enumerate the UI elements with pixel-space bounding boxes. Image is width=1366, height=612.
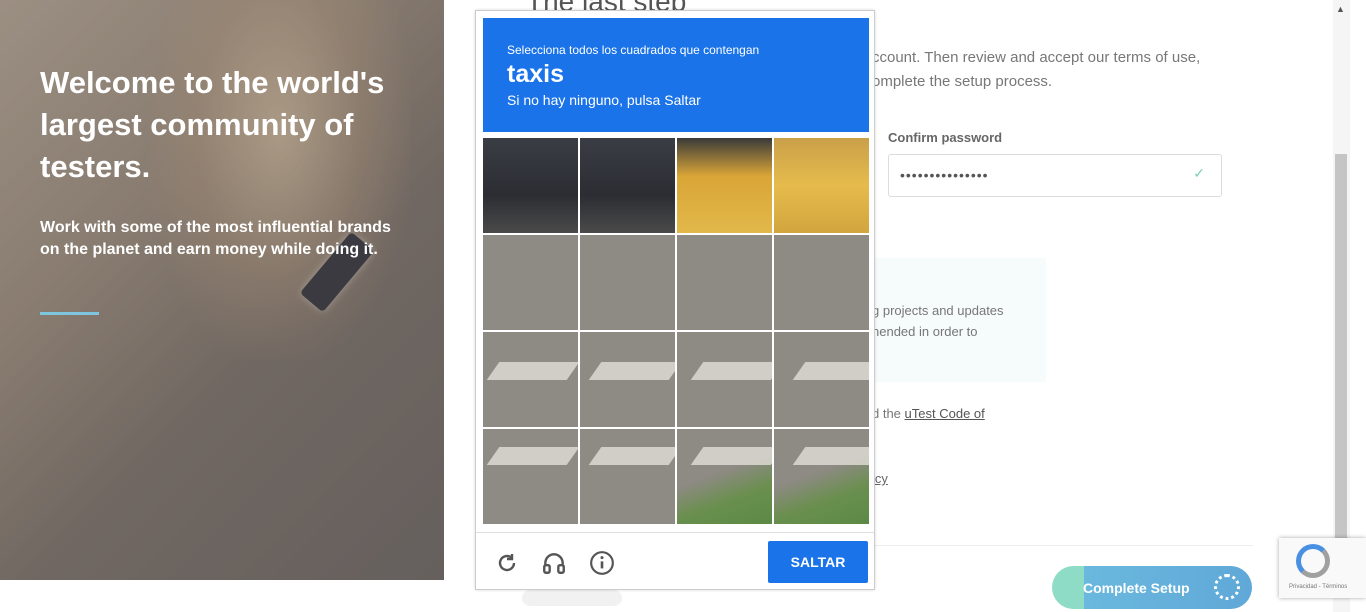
captcha-footer-divider — [476, 532, 874, 533]
captcha-image-grid — [483, 138, 869, 524]
captcha-tile[interactable] — [483, 235, 578, 330]
confirm-password-label: Confirm password — [888, 130, 1003, 145]
captcha-tile[interactable] — [483, 429, 578, 524]
captcha-tile[interactable] — [580, 429, 675, 524]
crosswalk-stripe — [792, 362, 869, 380]
recaptcha-logo-icon — [1296, 544, 1330, 578]
captcha-tile[interactable] — [483, 138, 578, 233]
captcha-target-word: taxis — [507, 60, 564, 88]
hero-subtitle: Work with some of the most influential b… — [40, 219, 391, 258]
loading-spinner-icon — [1214, 574, 1240, 600]
captcha-hint: Si no hay ninguno, pulsa Saltar — [507, 92, 701, 108]
captcha-tile[interactable] — [774, 332, 869, 427]
captcha-tile[interactable] — [677, 138, 772, 233]
headphones-icon[interactable] — [540, 549, 568, 577]
crosswalk-stripe — [690, 362, 772, 380]
complete-setup-button[interactable]: Complete Setup — [1052, 566, 1252, 609]
captcha-tile[interactable] — [774, 429, 869, 524]
captcha-tile[interactable] — [677, 235, 772, 330]
captcha-tile[interactable] — [677, 429, 772, 524]
captcha-tile[interactable] — [483, 332, 578, 427]
page-scrollbar[interactable]: ▲ — [1333, 0, 1350, 612]
back-button[interactable] — [522, 590, 622, 606]
code-of-conduct-text: d the uTest Code of — [872, 406, 985, 421]
scroll-thumb[interactable] — [1335, 154, 1347, 539]
captcha-tile[interactable] — [580, 235, 675, 330]
captcha-instruction: Selecciona todos los cuadrados que conte… — [507, 43, 760, 57]
info-icon[interactable] — [588, 549, 616, 577]
scroll-up-arrow-icon[interactable]: ▲ — [1336, 4, 1345, 14]
reload-icon[interactable] — [493, 549, 521, 577]
captcha-tile[interactable] — [580, 138, 675, 233]
recaptcha-badge[interactable]: Privacidad - Términos — [1279, 538, 1366, 598]
crosswalk-stripe — [690, 447, 772, 465]
crosswalk-stripe — [486, 447, 578, 465]
captcha-tile[interactable] — [774, 138, 869, 233]
crosswalk-stripe — [792, 447, 869, 465]
info-box: g projects and updates nended in order t… — [858, 258, 1046, 382]
code-prefix: d the — [872, 406, 905, 421]
captcha-tile[interactable] — [677, 332, 772, 427]
info-box-text: g projects and updates nended in order t… — [872, 303, 1004, 339]
confirm-password-field[interactable]: ••••••••••••••• ✓ — [888, 154, 1222, 197]
code-of-conduct-link[interactable]: uTest Code of — [905, 406, 985, 421]
captcha-tile[interactable] — [774, 235, 869, 330]
hero-panel: Welcome to the world's largest community… — [0, 0, 444, 580]
crosswalk-stripe — [486, 362, 578, 380]
recaptcha-badge-text[interactable]: Privacidad - Términos — [1289, 584, 1347, 590]
complete-setup-label: Complete Setup — [1083, 580, 1190, 596]
confirm-password-value: ••••••••••••••• — [900, 167, 989, 183]
captcha-tile[interactable] — [580, 332, 675, 427]
divider — [870, 545, 1253, 546]
check-icon: ✓ — [1193, 165, 1205, 181]
skip-button[interactable]: SALTAR — [768, 541, 868, 583]
hero-accent-line — [40, 312, 99, 315]
crosswalk-stripe — [588, 447, 675, 465]
crosswalk-stripe — [588, 362, 675, 380]
captcha-header: Selecciona todos los cuadrados que conte… — [483, 18, 869, 132]
hero-title: Welcome to the world's largest community… — [40, 65, 385, 184]
form-description: ccount. Then review and accept our terms… — [872, 49, 1201, 90]
captcha-challenge: Selecciona todos los cuadrados que conte… — [475, 10, 875, 590]
